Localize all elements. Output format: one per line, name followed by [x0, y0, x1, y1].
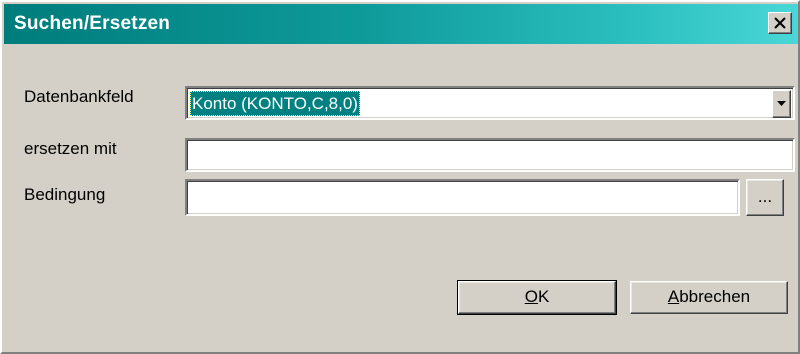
- title-bar[interactable]: Suchen/Ersetzen: [4, 4, 798, 44]
- dialog-window: Suchen/Ersetzen Datenbankfeld Konto (KON…: [0, 0, 800, 354]
- ersetzen-label: ersetzen mit: [24, 139, 117, 158]
- close-button[interactable]: [768, 12, 792, 34]
- ersetzen-input[interactable]: [185, 138, 795, 172]
- datenbankfeld-label: Datenbankfeld: [24, 87, 134, 106]
- cancel-label: Abbrechen: [668, 287, 750, 306]
- cancel-mnemonic: A: [667, 287, 680, 306]
- datenbankfeld-value: Konto (KONTO,C,8,0): [190, 91, 360, 116]
- browse-button[interactable]: ...: [746, 179, 784, 216]
- ok-label: OK: [525, 287, 550, 306]
- ok-mnemonic: O: [524, 287, 538, 306]
- chevron-down-icon: [777, 101, 786, 106]
- cancel-label-rest: bbrechen: [679, 287, 751, 306]
- cancel-button[interactable]: Abbrechen: [630, 281, 788, 314]
- datenbankfeld-combobox[interactable]: Konto (KONTO,C,8,0): [185, 86, 795, 120]
- bedingung-input[interactable]: [185, 179, 740, 216]
- ok-label-rest: K: [537, 287, 550, 306]
- bedingung-label: Bedingung: [24, 185, 106, 204]
- ok-button[interactable]: OK: [457, 280, 617, 315]
- browse-label: ...: [757, 187, 773, 206]
- window-title: Suchen/Ersetzen: [14, 13, 171, 34]
- dropdown-button[interactable]: [772, 90, 791, 118]
- close-icon: [774, 17, 786, 29]
